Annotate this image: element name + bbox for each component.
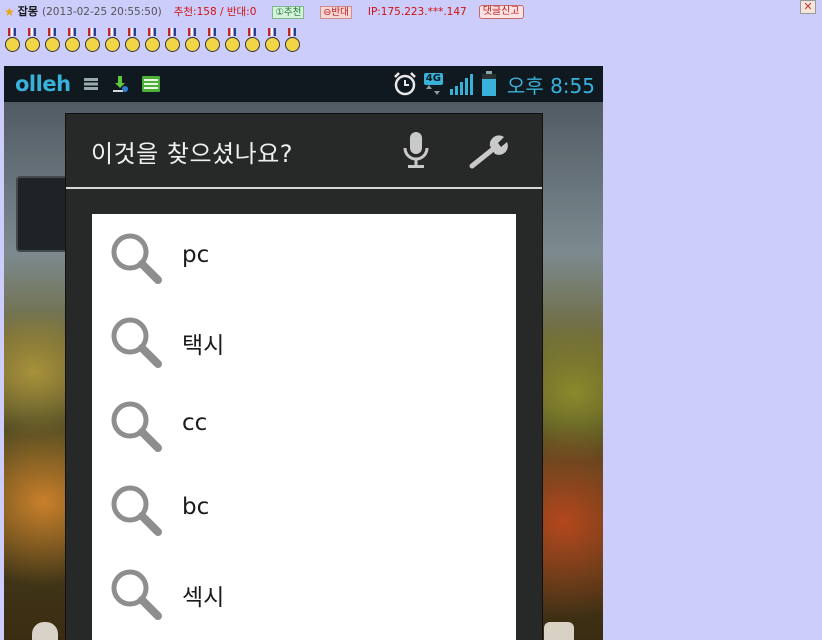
- search-icon: [111, 569, 162, 620]
- wrench-icon[interactable]: [468, 132, 514, 172]
- carrier-label: olleh: [15, 72, 71, 96]
- medal-icon: [184, 28, 200, 53]
- medal-icon: [244, 28, 260, 53]
- search-suggestion-dialog: 이것을 찾으셨나요? pc 택시 cc bc 섹시: [66, 114, 542, 640]
- suggestion-item[interactable]: cc: [92, 382, 516, 466]
- medal-icon: [104, 28, 120, 53]
- alarm-icon: [393, 72, 416, 96]
- comment-date: (2013-02-25 20:55:50): [42, 6, 162, 18]
- phone-screenshot: olleh 4G 오후 8:55 이것을 찾으셨나요? pc 택시 cc bc …: [4, 66, 603, 640]
- medal-icon: [284, 28, 300, 53]
- dialog-title: 이것을 찾으셨나요?: [91, 140, 294, 168]
- network-4g-icon: 4G: [423, 73, 443, 95]
- microphone-icon[interactable]: [400, 130, 432, 172]
- upvote-button[interactable]: ①추천: [272, 5, 305, 19]
- medal-icon: [4, 28, 20, 53]
- medal-icon: [144, 28, 160, 53]
- suggestion-text: pc: [182, 242, 210, 268]
- suggestion-text: bc: [182, 494, 210, 520]
- search-icon: [111, 317, 162, 368]
- suggestion-item[interactable]: 택시: [92, 298, 516, 382]
- app-notification-icon: [141, 76, 160, 92]
- medal-icon: [84, 28, 100, 53]
- comment-header: ★ 잡몽 (2013-02-25 20:55:50) 추천:158 / 반대:0…: [4, 4, 792, 20]
- battery-icon: [481, 71, 496, 96]
- medal-icon: [64, 28, 80, 53]
- search-icon: [111, 485, 162, 536]
- medal-row: [4, 28, 300, 53]
- comment-author[interactable]: 잡몽: [18, 5, 38, 19]
- dock-shortcut: [32, 622, 58, 640]
- medal-icon: [264, 28, 280, 53]
- suggestion-item[interactable]: bc: [92, 466, 516, 550]
- search-icon: [111, 401, 162, 452]
- suggestion-item[interactable]: 섹시: [92, 550, 516, 634]
- medal-icon: [224, 28, 240, 53]
- report-comment-button[interactable]: 댓글신고: [478, 5, 524, 19]
- suggestion-text: 섹시: [182, 585, 225, 611]
- dialog-divider: [66, 187, 542, 189]
- suggestion-text: cc: [182, 410, 208, 436]
- medal-icon: [24, 28, 40, 53]
- search-icon: [111, 233, 162, 284]
- star-icon: ★: [4, 5, 15, 19]
- medal-icon: [44, 28, 60, 53]
- storage-icon: [83, 78, 98, 90]
- dock-shortcut: [544, 622, 574, 640]
- suggestion-list: pc 택시 cc bc 섹시: [92, 214, 516, 640]
- signal-icon: [449, 74, 473, 95]
- ip-address: IP:175.223.***.147: [367, 6, 467, 18]
- downvote-button[interactable]: ⊖반대: [320, 5, 352, 19]
- status-clock: 오후 8:55: [506, 73, 595, 98]
- suggestion-item[interactable]: pc: [92, 214, 516, 298]
- close-button[interactable]: ✕: [800, 0, 816, 14]
- suggestion-text: 택시: [182, 333, 225, 359]
- medal-icon: [204, 28, 220, 53]
- vote-count: 추천:158 / 반대:0: [173, 6, 257, 18]
- medal-icon: [164, 28, 180, 53]
- medal-icon: [124, 28, 140, 53]
- download-icon: [112, 76, 128, 92]
- status-bar: olleh 4G 오후 8:55: [4, 66, 603, 102]
